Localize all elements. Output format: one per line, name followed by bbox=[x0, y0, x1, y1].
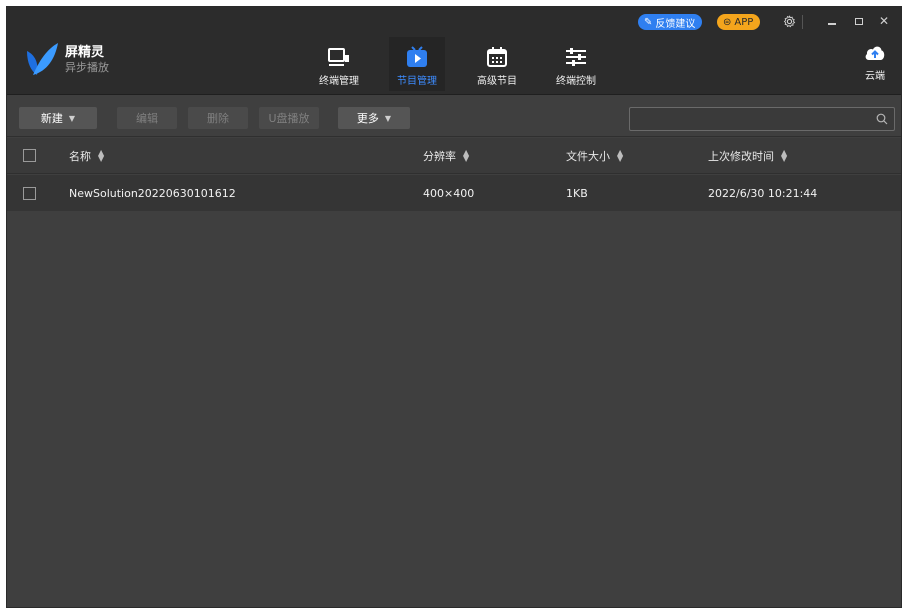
cell-name: NewSolution20220630101612 bbox=[69, 186, 236, 200]
app-window: 屏精灵 异步播放 ✎ 反馈建议 ⊜ APP ✕ 终端管理 节目管理 高级节目 终… bbox=[6, 6, 902, 608]
app-button[interactable]: ⊜ APP bbox=[717, 14, 761, 30]
row-select-cell bbox=[23, 175, 36, 211]
gear-icon bbox=[783, 14, 795, 27]
select-all-checkbox[interactable] bbox=[23, 149, 36, 162]
new-label: 新建 bbox=[40, 112, 63, 125]
cell-modified: 2022/6/30 10:21:44 bbox=[708, 186, 818, 200]
cell-resolution: 400×400 bbox=[423, 186, 475, 200]
search-input[interactable] bbox=[629, 107, 895, 131]
feedback-icon: ✎ bbox=[644, 16, 653, 28]
tab-program-management[interactable]: 节目管理 bbox=[389, 37, 445, 91]
usb-play-label: U盘播放 bbox=[268, 112, 310, 125]
cell-size: 1KB bbox=[566, 186, 588, 200]
chevron-down-icon: ▼ bbox=[384, 113, 392, 123]
sort-icon: ▲ ▼ bbox=[463, 147, 470, 163]
title-divider bbox=[802, 15, 803, 29]
maximize-button[interactable] bbox=[850, 12, 868, 30]
cloud-upload-icon bbox=[865, 46, 885, 60]
column-label: 上次修改时间 bbox=[708, 149, 774, 163]
settings-button[interactable] bbox=[780, 12, 798, 30]
edit-label: 编辑 bbox=[136, 112, 158, 125]
monitor-icon bbox=[328, 48, 349, 66]
sort-icon: ▲ ▼ bbox=[98, 147, 105, 163]
chevron-down-icon: ▼ bbox=[68, 113, 76, 123]
column-header-resolution[interactable]: 分辨率 ▲ ▼ bbox=[423, 138, 469, 173]
column-header-size[interactable]: 文件大小 ▲ ▼ bbox=[566, 138, 623, 173]
minimize-button[interactable] bbox=[823, 12, 841, 30]
new-button[interactable]: 新建 ▼ bbox=[19, 107, 97, 129]
row-checkbox[interactable] bbox=[23, 186, 36, 200]
sort-icon: ▲ ▼ bbox=[781, 147, 788, 163]
tab-label: 终端管理 bbox=[319, 76, 359, 87]
cloud-button[interactable]: 云端 bbox=[859, 43, 891, 82]
more-label: 更多 bbox=[356, 112, 379, 125]
column-header-name[interactable]: 名称 ▲ ▼ bbox=[69, 138, 104, 173]
search-icon bbox=[876, 113, 888, 125]
tab-label: 节目管理 bbox=[397, 76, 437, 87]
calendar-icon bbox=[487, 47, 507, 67]
cloud-label: 云端 bbox=[865, 71, 885, 82]
edit-button[interactable]: 编辑 bbox=[117, 107, 177, 129]
column-label: 名称 bbox=[69, 149, 91, 163]
tab-label: 高级节目 bbox=[477, 76, 517, 87]
close-button[interactable]: ✕ bbox=[875, 12, 893, 30]
column-label: 文件大小 bbox=[566, 149, 610, 163]
logo-icon bbox=[27, 43, 58, 75]
app-icon: ⊜ bbox=[723, 16, 732, 28]
brand-name: 屏精灵 bbox=[65, 45, 105, 60]
feedback-label: 反馈建议 bbox=[655, 18, 696, 30]
tab-advanced-program[interactable]: 高级节目 bbox=[469, 37, 525, 91]
select-all-cell bbox=[23, 138, 36, 173]
maximize-icon bbox=[855, 17, 863, 25]
usb-play-button[interactable]: U盘播放 bbox=[259, 107, 319, 129]
sliders-icon bbox=[566, 48, 586, 66]
tab-terminal-control[interactable]: 终端控制 bbox=[548, 37, 604, 91]
tv-play-icon bbox=[407, 46, 427, 67]
brand-subtitle: 异步播放 bbox=[65, 61, 109, 74]
sort-icon: ▲ ▼ bbox=[617, 147, 624, 163]
more-button[interactable]: 更多 ▼ bbox=[338, 107, 410, 129]
delete-label: 删除 bbox=[207, 112, 229, 125]
toolbar: 新建 ▼ 编辑 删除 U盘播放 更多 ▼ bbox=[7, 97, 901, 137]
minimize-icon bbox=[828, 23, 836, 25]
column-label: 分辨率 bbox=[423, 149, 456, 163]
column-header-modified[interactable]: 上次修改时间 ▲ ▼ bbox=[708, 138, 787, 173]
tab-terminal-management[interactable]: 终端管理 bbox=[311, 37, 367, 91]
app-label: APP bbox=[734, 16, 754, 28]
table-header: 名称 ▲ ▼ 分辨率 ▲ ▼ 文件大小 ▲ ▼ 上次修改时间 ▲ ▼ bbox=[7, 138, 901, 174]
header: 屏精灵 异步播放 ✎ 反馈建议 ⊜ APP ✕ 终端管理 节目管理 高级节目 终… bbox=[7, 7, 901, 95]
table-row[interactable]: NewSolution20220630101612 400×400 1KB 20… bbox=[7, 175, 901, 211]
feedback-button[interactable]: ✎ 反馈建议 bbox=[638, 14, 703, 30]
close-icon: ✕ bbox=[878, 14, 890, 28]
tab-label: 终端控制 bbox=[556, 76, 596, 87]
delete-button[interactable]: 删除 bbox=[188, 107, 248, 129]
